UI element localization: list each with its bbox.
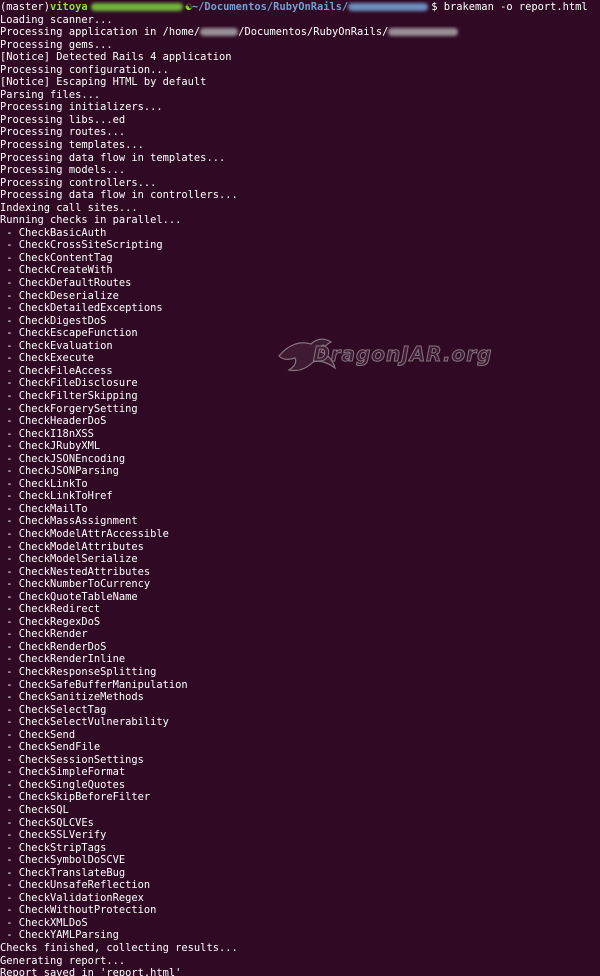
check-item: - CheckModelSerialize: [0, 553, 138, 566]
check-item: - CheckSQL: [0, 804, 69, 816]
output-line: Indexing call sites...: [0, 201, 138, 214]
check-item: - CheckLinkTo: [0, 477, 88, 490]
output-text: /Documentos/RubyOnRails/: [238, 26, 389, 39]
output-line: Generating report...: [0, 954, 126, 967]
output-line: [Notice] Detected Rails 4 application: [0, 51, 232, 64]
output-line: Processing libs...ed: [0, 113, 126, 126]
output-line: [Notice] Escaping HTML by default: [0, 76, 207, 89]
check-item: - CheckSingleQuotes: [0, 778, 126, 791]
check-item: - CheckSymbolDoSCVE: [0, 854, 126, 867]
check-item: - CheckResponseSplitting: [0, 665, 157, 678]
output-line: Parsing files...: [0, 88, 101, 101]
check-item: - CheckSessionSettings: [0, 753, 144, 766]
check-item: - CheckForgerySetting: [0, 402, 138, 415]
check-item: - CheckI18nXSS: [0, 427, 94, 440]
output-block: Processing gems... [Notice] Detected Rail…: [0, 39, 600, 227]
check-item: - CheckSafeBufferManipulation: [0, 678, 188, 691]
check-item: - CheckExecute: [0, 352, 94, 365]
check-item: - CheckLinkToHref: [0, 490, 113, 503]
output-line: Processing routes...: [0, 126, 126, 139]
redacted-username: [200, 28, 239, 37]
prompt-path: ~/Documentos/RubyOnRails/: [191, 1, 349, 13]
output-line: Processing models...: [0, 164, 126, 177]
check-item: - CheckSimpleFormat: [0, 766, 126, 779]
check-item: - CheckHeaderDoS: [0, 415, 107, 428]
check-item: - CheckModelAttributes: [0, 540, 144, 553]
check-item: - CheckDetailedExceptions: [0, 302, 163, 315]
check-item: - CheckXMLDoS: [0, 916, 88, 929]
check-item: - CheckEscapeFunction: [0, 327, 138, 340]
check-item: - CheckValidationRegex: [0, 891, 144, 904]
check-item: - CheckMassAssignment: [0, 515, 138, 528]
output-line: Report saved in 'report.html': [0, 967, 182, 976]
command-text: $ brakeman -o report.html: [431, 1, 588, 13]
check-item: - CheckTranslateBug: [0, 866, 126, 879]
check-item: - CheckJRubyXML: [0, 440, 101, 453]
check-item: - CheckDefaultRoutes: [0, 277, 132, 290]
prompt-user: vitoya: [50, 1, 88, 13]
output-line: Processing data flow in templates...: [0, 151, 226, 164]
check-item: - CheckSkipBeforeFilter: [0, 791, 151, 804]
check-item: - CheckRenderDoS: [0, 640, 107, 653]
output-line-app-path: Processing application in /home/ /Documen…: [0, 26, 600, 39]
check-item: - CheckEvaluation: [0, 339, 113, 352]
check-item: - CheckRegexDoS: [0, 615, 101, 628]
check-item: - CheckNestedAttributes: [0, 565, 151, 578]
check-item: - CheckFileDisclosure: [0, 377, 138, 390]
check-item: - CheckUnsafeReflection: [0, 879, 151, 892]
redacted-project: [388, 28, 459, 37]
check-item: - CheckDeserialize: [0, 289, 119, 302]
check-item: - CheckModelAttrAccessible: [0, 527, 169, 540]
check-item: - CheckRender: [0, 628, 88, 641]
check-item: - CheckJSONEncoding: [0, 452, 126, 465]
check-item: - CheckQuoteTableName: [0, 590, 138, 603]
check-item: - CheckRenderInline: [0, 653, 126, 666]
output-line: Processing templates...: [0, 139, 144, 152]
output-line: Running checks in parallel...: [0, 214, 182, 227]
redacted-hostname: [90, 3, 183, 11]
check-item: - CheckRedirect: [0, 603, 101, 616]
footer-output: Checks finished, collecting results... Ge…: [0, 942, 600, 976]
check-item: - CheckContentTag: [0, 251, 113, 264]
redacted-project: [348, 3, 429, 11]
output-line: Processing configuration...: [0, 63, 169, 76]
check-item: - CheckWithoutProtection: [0, 904, 157, 917]
check-item: - CheckFilterSkipping: [0, 389, 138, 402]
check-item: - CheckSanitizeMethods: [0, 691, 144, 704]
output-line: Processing gems...: [0, 38, 113, 51]
output-line: Processing controllers...: [0, 176, 157, 189]
prompt-line: (master)vitoya ☯~/Documentos/RubyOnRails/…: [0, 1, 600, 14]
check-item: - CheckCrossSiteScripting: [0, 239, 163, 252]
check-item: - CheckStripTags: [0, 841, 107, 854]
output-line: Processing data flow in controllers...: [0, 189, 238, 202]
check-item: - CheckSelectTag: [0, 703, 107, 716]
check-item: - CheckCreateWith: [0, 264, 113, 277]
checks-list: - CheckBasicAuth - CheckCrossSiteScripti…: [0, 227, 600, 942]
terminal-window[interactable]: (master)vitoya ☯~/Documentos/RubyOnRails/…: [0, 0, 600, 976]
check-item: - CheckSSLVerify: [0, 829, 107, 842]
check-item: - CheckSelectVulnerability: [0, 716, 169, 729]
check-item: - CheckNumberToCurrency: [0, 578, 151, 591]
check-item: - CheckMailTo: [0, 502, 88, 515]
check-item: - CheckDigestDoS: [0, 314, 107, 327]
check-item: - CheckYAMLParsing: [0, 929, 119, 942]
check-item: - CheckBasicAuth: [0, 226, 107, 239]
check-item: - CheckJSONParsing: [0, 465, 119, 478]
output-line: Processing initializers...: [0, 101, 163, 114]
output-line: Checks finished, collecting results...: [0, 942, 238, 955]
git-branch: (master): [0, 1, 51, 13]
output-text: Processing application in /home/: [0, 26, 201, 39]
check-item: - CheckFileAccess: [0, 364, 113, 377]
check-item: - CheckSendFile: [0, 741, 101, 754]
output-line: Loading scanner...: [0, 13, 113, 26]
check-item: - CheckSQLCVEs: [0, 816, 94, 829]
check-item: - CheckSend: [0, 728, 76, 741]
